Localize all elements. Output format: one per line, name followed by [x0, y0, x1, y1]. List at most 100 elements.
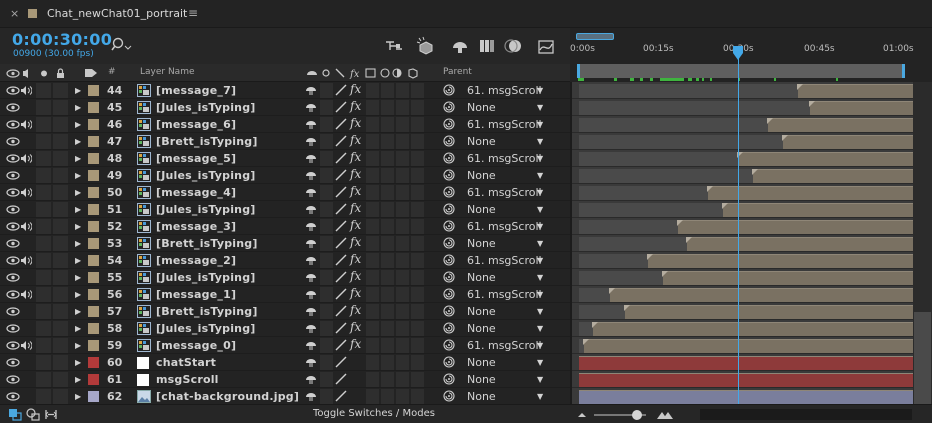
solo-switch[interactable] — [36, 338, 51, 353]
speaker-icon[interactable] — [20, 153, 32, 164]
label-color-swatch[interactable] — [88, 102, 99, 113]
effects-switch-icon[interactable]: fx — [350, 82, 361, 96]
layer-duration-bar[interactable] — [579, 373, 915, 387]
frame-blend-switch[interactable] — [366, 168, 379, 183]
collapse-switch[interactable] — [320, 83, 333, 98]
layer-track[interactable] — [572, 320, 915, 337]
effects-switch-icon[interactable]: fx — [350, 201, 361, 215]
collapse-switch[interactable] — [320, 389, 333, 404]
layer-duration-bar[interactable] — [579, 390, 915, 404]
lock-switch[interactable] — [53, 117, 68, 132]
adjustment-layer-switch[interactable] — [396, 372, 409, 387]
zoom-in-icon[interactable] — [656, 408, 674, 421]
parent-dropdown[interactable]: 61. msgScroll — [467, 186, 542, 199]
adjustment-layer-switch[interactable] — [396, 321, 409, 336]
layer-duration-bar[interactable] — [583, 339, 915, 353]
adjustment-layer-switch[interactable] — [396, 100, 409, 115]
solo-switch[interactable] — [36, 134, 51, 149]
solo-switch[interactable] — [36, 219, 51, 234]
expand-triangle-icon[interactable]: ▶ — [75, 256, 81, 265]
layer-row[interactable]: ▶ 51 [Jules_isTyping] fx None ▼ — [0, 201, 570, 218]
3d-layer-switch[interactable] — [411, 355, 424, 370]
shy-switch-icon[interactable] — [305, 237, 317, 249]
motion-blur-switch[interactable] — [381, 151, 394, 166]
shy-switch-icon[interactable] — [305, 339, 317, 351]
adjustment-layer-switch[interactable] — [396, 151, 409, 166]
parent-dropdown[interactable]: None — [467, 135, 496, 148]
shy-layers-icon[interactable] — [450, 36, 470, 56]
motion-blur-switch[interactable] — [381, 270, 394, 285]
zoom-slider-knob[interactable] — [632, 410, 642, 420]
layer-row[interactable]: ▶ 61 msgScroll None ▼ — [0, 371, 570, 388]
eye-icon[interactable] — [6, 170, 20, 181]
lock-switch[interactable] — [53, 389, 68, 404]
3d-layer-switch[interactable] — [411, 151, 424, 166]
collapse-switch[interactable] — [320, 321, 333, 336]
pick-whip-icon[interactable] — [443, 118, 455, 130]
layer-duration-bar[interactable] — [592, 322, 915, 336]
parent-dropdown[interactable]: 61. msgScroll — [467, 152, 542, 165]
layer-track[interactable] — [572, 235, 915, 252]
layer-row[interactable]: ▶ 56 [message_1] fx 61. msgScroll ▼ — [0, 286, 570, 303]
adjustment-layer-switch[interactable] — [396, 83, 409, 98]
quality-switch-icon[interactable] — [335, 271, 347, 283]
layer-name[interactable]: [Brett_isTyping] — [156, 237, 258, 250]
chevron-down-icon[interactable]: ▼ — [537, 188, 543, 197]
effects-switch-icon[interactable]: fx — [350, 133, 361, 147]
lock-switch[interactable] — [53, 202, 68, 217]
eye-icon[interactable] — [6, 255, 20, 266]
pick-whip-icon[interactable] — [443, 271, 455, 283]
lock-switch[interactable] — [53, 321, 68, 336]
layer-name[interactable]: [Jules_isTyping] — [156, 203, 256, 216]
adjustment-layer-switch[interactable] — [396, 117, 409, 132]
lock-switch[interactable] — [53, 338, 68, 353]
motion-blur-switch[interactable] — [381, 83, 394, 98]
layer-track[interactable] — [572, 201, 915, 218]
parent-dropdown[interactable]: None — [467, 169, 496, 182]
eye-icon[interactable] — [6, 119, 20, 130]
quality-switch-icon[interactable] — [335, 356, 347, 368]
quality-switch-icon[interactable] — [335, 339, 347, 351]
3d-layer-switch[interactable] — [411, 100, 424, 115]
frame-blend-switch[interactable] — [366, 338, 379, 353]
frame-blend-switch[interactable] — [366, 321, 379, 336]
chevron-down-icon[interactable]: ▼ — [537, 239, 543, 248]
3d-layer-switch[interactable] — [411, 202, 424, 217]
expand-triangle-icon[interactable]: ▶ — [75, 120, 81, 129]
layer-track[interactable] — [572, 337, 915, 354]
quality-switch-icon[interactable] — [335, 186, 347, 198]
speaker-icon[interactable] — [20, 119, 32, 130]
quality-switch-icon[interactable] — [335, 373, 347, 385]
effects-switch-icon[interactable]: fx — [350, 167, 361, 181]
chevron-down-icon[interactable]: ▼ — [537, 375, 543, 384]
layer-track[interactable] — [572, 269, 915, 286]
layer-row[interactable]: ▶ 50 [message_4] fx 61. msgScroll ▼ — [0, 184, 570, 201]
solo-switch[interactable] — [36, 270, 51, 285]
solo-switch[interactable] — [36, 117, 51, 132]
collapse-switch[interactable] — [320, 304, 333, 319]
quality-switch-icon[interactable] — [335, 390, 347, 402]
pick-whip-icon[interactable] — [443, 322, 455, 334]
pick-whip-icon[interactable] — [443, 203, 455, 215]
frame-blend-switch[interactable] — [366, 236, 379, 251]
collapse-switch[interactable] — [320, 117, 333, 132]
chevron-down-icon[interactable]: ▼ — [537, 324, 543, 333]
3d-layer-switch[interactable] — [411, 321, 424, 336]
adjustment-layer-switch[interactable] — [396, 270, 409, 285]
eye-icon[interactable] — [6, 323, 20, 334]
eye-icon[interactable] — [6, 136, 20, 147]
3d-layer-switch[interactable] — [411, 338, 424, 353]
motion-blur-switch[interactable] — [381, 100, 394, 115]
pick-whip-icon[interactable] — [443, 237, 455, 249]
speaker-icon[interactable] — [20, 221, 32, 232]
eye-icon[interactable] — [6, 221, 20, 232]
3d-layer-switch[interactable] — [411, 185, 424, 200]
layer-name[interactable]: [Brett_isTyping] — [156, 135, 258, 148]
lock-switch[interactable] — [53, 253, 68, 268]
parent-dropdown[interactable]: 61. msgScroll — [467, 118, 542, 131]
draft-3d-icon[interactable] — [416, 36, 436, 56]
solo-switch[interactable] — [36, 83, 51, 98]
collapse-switch[interactable] — [320, 338, 333, 353]
label-color-swatch[interactable] — [88, 221, 99, 232]
frame-blend-switch[interactable] — [366, 270, 379, 285]
